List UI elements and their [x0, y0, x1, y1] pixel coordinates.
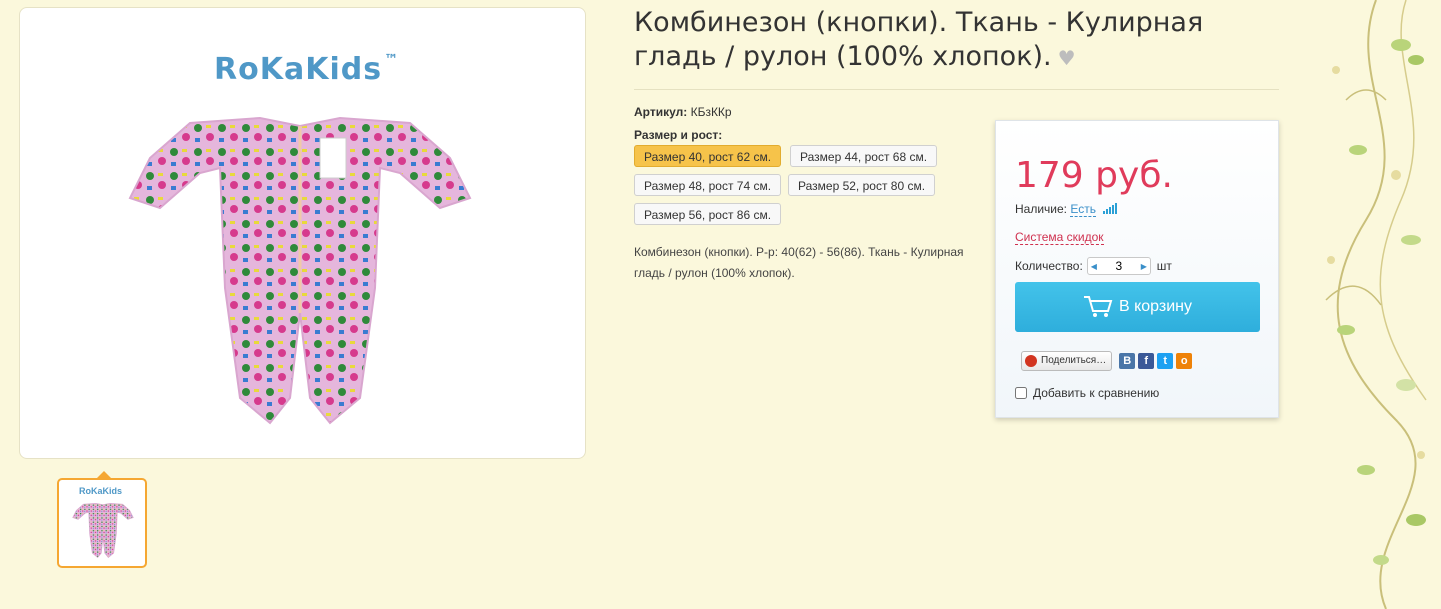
quantity-row: Количество: ◀ ▶ шт — [1015, 257, 1172, 275]
size-option-56[interactable]: Размер 56, рост 86 см. — [634, 203, 782, 225]
thumb-brand-logo: RoKaKids — [79, 486, 123, 496]
product-description: Комбинезон (кнопки). Р-р: 40(62) - 56(86… — [634, 245, 964, 280]
stock-info: Наличие: Есть — [1015, 202, 1118, 217]
cart-icon — [1083, 296, 1113, 317]
twitter-icon[interactable]: t — [1157, 353, 1174, 369]
article-value: КБзККр — [690, 105, 732, 119]
product-title: Комбинезон (кнопки). Ткань - Кулирная гл… — [634, 7, 1204, 72]
onesie-illustration — [128, 116, 472, 425]
thumb-pointer — [97, 471, 111, 478]
article-info: Артикул: КБзККр — [634, 105, 732, 119]
stock-status[interactable]: Есть — [1070, 202, 1096, 217]
discount-system-link[interactable]: Система скидок — [1015, 230, 1104, 245]
odnoklassniki-icon[interactable]: о — [1176, 353, 1193, 369]
share-button[interactable]: Поделиться… — [1021, 351, 1113, 371]
floral-decoration — [1325, 0, 1427, 609]
increase-arrow-icon[interactable]: ▶ — [1138, 262, 1150, 271]
quantity-stepper: ◀ ▶ — [1086, 257, 1151, 275]
add-to-cart-label: В корзину — [1118, 298, 1193, 315]
add-to-cart-button[interactable]: В корзину — [1015, 282, 1260, 332]
price: 179 руб. — [1015, 155, 1173, 196]
quantity-label: Количество: — [1015, 259, 1083, 273]
divider — [634, 89, 1279, 90]
size-option-40[interactable]: Размер 40, рост 62 см. — [634, 145, 782, 167]
product-thumbnail[interactable]: RoKaKids — [57, 478, 147, 568]
compare-checkbox[interactable] — [1015, 387, 1027, 399]
decrease-arrow-icon[interactable]: ◀ — [1088, 262, 1100, 271]
size-option-48[interactable]: Размер 48, рост 74 см. — [634, 174, 782, 196]
share-bar: Поделиться… В f t о — [1021, 351, 1193, 371]
heart-icon[interactable]: ♥ — [1058, 46, 1076, 70]
size-option-52[interactable]: Размер 52, рост 80 см. — [788, 174, 936, 196]
quantity-input[interactable] — [1099, 259, 1138, 273]
facebook-icon[interactable]: f — [1138, 353, 1155, 369]
vk-icon[interactable]: В — [1119, 353, 1136, 369]
size-option-44[interactable]: Размер 44, рост 68 см. — [790, 145, 938, 167]
size-label: Размер и рост: — [634, 128, 723, 142]
compare-label: Добавить к сравнению — [1033, 386, 1160, 400]
compare-option[interactable]: Добавить к сравнению — [1015, 386, 1159, 400]
signal-bars-icon — [1103, 203, 1118, 217]
yandex-share-icon — [1025, 355, 1037, 367]
buy-box: 179 руб. Наличие: Есть Система скидок Ко… — [995, 120, 1279, 418]
quantity-unit: шт — [1156, 259, 1172, 273]
product-main-image[interactable]: RoKaKids ™ — [19, 7, 586, 459]
brand-logo: RoKaKids ™ — [214, 52, 400, 87]
thumb-onesie-illustration — [72, 502, 134, 559]
